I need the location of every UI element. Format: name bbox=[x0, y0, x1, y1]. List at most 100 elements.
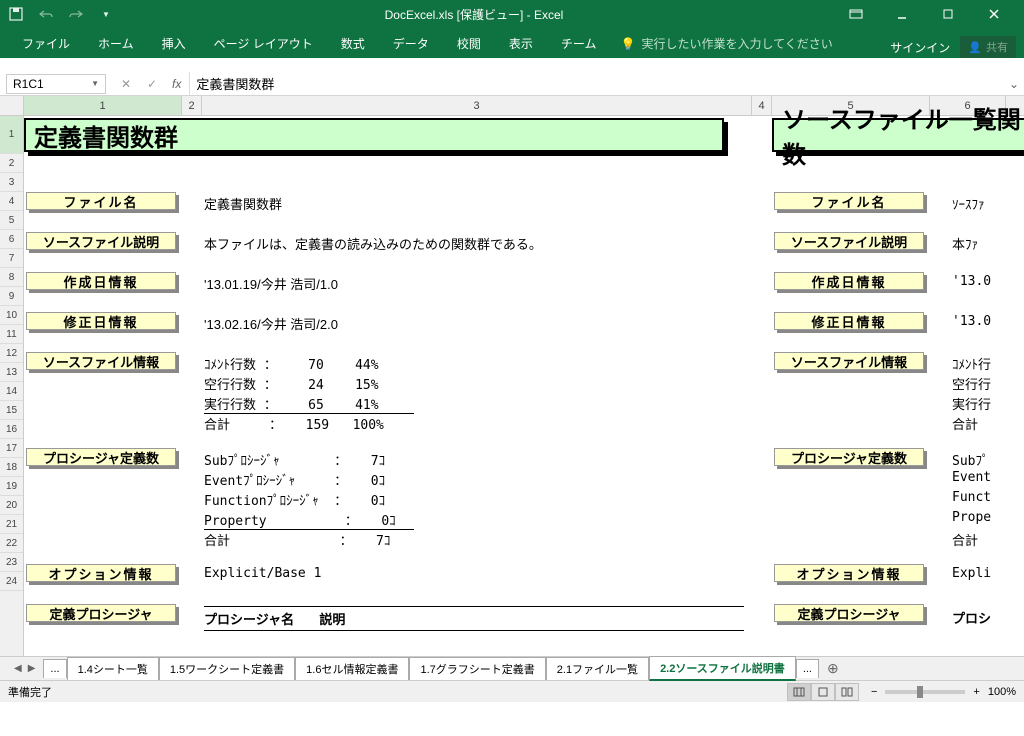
normal-view-icon[interactable] bbox=[787, 683, 811, 701]
quick-access-toolbar: ▼ bbox=[8, 6, 114, 22]
cell-value: Subﾌﾟﾛｼｰｼﾞｬ ： 7ｺ bbox=[204, 450, 385, 469]
row-header[interactable]: 23 bbox=[0, 553, 23, 572]
row-header[interactable]: 12 bbox=[0, 344, 23, 363]
cells[interactable]: 定義書関数群 ソースファイル一覧関数 ファイル名 ソースファイル説明 作成日情報… bbox=[24, 116, 1024, 656]
row-header[interactable]: 13 bbox=[0, 363, 23, 382]
zoom-level[interactable]: 100% bbox=[988, 686, 1016, 698]
sheet-tab[interactable]: 1.6セル情報定義書 bbox=[295, 657, 409, 680]
row-header[interactable]: 1 bbox=[0, 116, 23, 154]
cell-value: ｺﾒﾝﾄ行数 ： 70 44% bbox=[204, 354, 379, 373]
signin-link[interactable]: サインイン bbox=[890, 39, 950, 56]
worksheet-grid[interactable]: 1 2 3 4 5 6 1234567891011121314151617181… bbox=[0, 96, 1024, 656]
sheet-tab[interactable]: 2.1ファイル一覧 bbox=[546, 657, 649, 680]
row-header[interactable]: 8 bbox=[0, 268, 23, 287]
name-box-dropdown-icon[interactable]: ▼ bbox=[91, 79, 99, 88]
cell-value: 実行行 bbox=[952, 394, 991, 413]
page-break-view-icon[interactable] bbox=[835, 683, 859, 701]
name-box[interactable]: R1C1 ▼ bbox=[6, 74, 106, 94]
tab-nav[interactable]: ◀▶ bbox=[6, 663, 43, 674]
sheet-tab[interactable]: 1.5ワークシート定義書 bbox=[159, 657, 295, 680]
cell-value: Event bbox=[952, 470, 991, 485]
formula-bar: R1C1 ▼ ✕ ✓ fx 定義書関数群 ⌄ bbox=[0, 72, 1024, 96]
page-layout-view-icon[interactable] bbox=[811, 683, 835, 701]
label-create-r: 作成日情報 bbox=[774, 272, 924, 290]
row-headers: 123456789101112131415161718192021222324 bbox=[0, 116, 24, 656]
row-header[interactable]: 20 bbox=[0, 496, 23, 515]
cell-value: 合計 ： 159 100% bbox=[204, 414, 384, 433]
save-icon[interactable] bbox=[8, 6, 24, 22]
row-header[interactable]: 3 bbox=[0, 173, 23, 192]
window-title: DocExcel.xls [保護ビュー] - Excel bbox=[114, 6, 834, 23]
cell-value: Functionﾌﾟﾛｼｰｼﾞｬ ： 0ｺ bbox=[204, 490, 385, 509]
formula-bar-expand-icon[interactable]: ⌄ bbox=[1004, 77, 1024, 91]
tell-me[interactable]: 💡 実行したい作業を入力してください bbox=[610, 29, 842, 58]
row-header[interactable]: 16 bbox=[0, 420, 23, 439]
close-button[interactable] bbox=[972, 0, 1016, 28]
sheet-tab-more-left[interactable]: ... bbox=[43, 659, 66, 678]
cell-value: Prope bbox=[952, 510, 991, 525]
ribbon-display-icon[interactable] bbox=[834, 0, 878, 28]
maximize-button[interactable] bbox=[926, 0, 970, 28]
tab-pagelayout[interactable]: ページ レイアウト bbox=[200, 29, 327, 58]
row-header[interactable]: 19 bbox=[0, 477, 23, 496]
cell-value: ｿｰｽﾌｧ bbox=[952, 194, 985, 213]
sheet-tab[interactable]: 1.4シート一覧 bbox=[67, 657, 159, 680]
tab-data[interactable]: データ bbox=[379, 29, 443, 58]
cell-value: Funct bbox=[952, 490, 991, 505]
row-header[interactable]: 15 bbox=[0, 401, 23, 420]
undo-icon[interactable] bbox=[38, 6, 54, 22]
row-header[interactable]: 4 bbox=[0, 192, 23, 211]
tab-team[interactable]: チーム bbox=[547, 29, 611, 58]
share-icon: 👤 bbox=[968, 41, 982, 54]
cell-value: プロシ bbox=[952, 608, 991, 627]
share-button[interactable]: 👤 共有 bbox=[960, 36, 1016, 58]
col-header[interactable]: 1 bbox=[24, 96, 182, 115]
enter-icon[interactable]: ✓ bbox=[144, 77, 160, 91]
row-header[interactable]: 10 bbox=[0, 306, 23, 325]
row-header[interactable]: 22 bbox=[0, 534, 23, 553]
minimize-button[interactable] bbox=[880, 0, 924, 28]
sheet-tab-bar: ◀▶ ... 1.4シート一覧 1.5ワークシート定義書 1.6セル情報定義書 … bbox=[0, 656, 1024, 680]
sheet-tab-active[interactable]: 2.2ソースファイル説明書 bbox=[649, 656, 796, 681]
ribbon: ファイル ホーム 挿入 ページ レイアウト 数式 データ 校閲 表示 チーム 💡… bbox=[0, 28, 1024, 58]
tab-home[interactable]: ホーム bbox=[84, 29, 148, 58]
new-sheet-button[interactable]: ⊕ bbox=[819, 660, 847, 677]
row-header[interactable]: 2 bbox=[0, 154, 23, 173]
cell-value: ｺﾒﾝﾄ行 bbox=[952, 354, 991, 373]
row-header[interactable]: 7 bbox=[0, 249, 23, 268]
tab-insert[interactable]: 挿入 bbox=[148, 29, 200, 58]
col-header[interactable]: 4 bbox=[752, 96, 772, 115]
select-all-corner[interactable] bbox=[0, 96, 24, 115]
cell-value: 空行行数 ： 24 15% bbox=[204, 374, 379, 393]
row-header[interactable]: 11 bbox=[0, 325, 23, 344]
row-header[interactable]: 5 bbox=[0, 211, 23, 230]
label-src-info-r: ソースファイル情報 bbox=[774, 352, 924, 370]
cancel-icon[interactable]: ✕ bbox=[118, 77, 134, 91]
sheet-tab[interactable]: 1.7グラフシート定義書 bbox=[409, 657, 545, 680]
formula-input[interactable]: 定義書関数群 bbox=[189, 72, 1004, 95]
label-create: 作成日情報 bbox=[26, 272, 176, 290]
cell-value: プロシージャ名 説明 bbox=[204, 606, 744, 631]
zoom-out-button[interactable]: − bbox=[871, 686, 877, 698]
label-proc-def-r: プロシージャ定義数 bbox=[774, 448, 924, 466]
row-header[interactable]: 6 bbox=[0, 230, 23, 249]
row-header[interactable]: 9 bbox=[0, 287, 23, 306]
zoom-in-button[interactable]: + bbox=[973, 686, 979, 698]
tab-file[interactable]: ファイル bbox=[8, 29, 84, 58]
qat-dropdown-icon[interactable]: ▼ bbox=[98, 6, 114, 22]
tab-review[interactable]: 校閲 bbox=[443, 29, 495, 58]
zoom-slider[interactable] bbox=[885, 690, 965, 694]
cell-value: '13.0 bbox=[952, 314, 991, 329]
row-header[interactable]: 17 bbox=[0, 439, 23, 458]
row-header[interactable]: 24 bbox=[0, 572, 23, 591]
col-header[interactable]: 2 bbox=[182, 96, 202, 115]
fx-icon[interactable]: fx bbox=[172, 77, 181, 91]
row-header[interactable]: 21 bbox=[0, 515, 23, 534]
col-header[interactable]: 3 bbox=[202, 96, 752, 115]
row-header[interactable]: 18 bbox=[0, 458, 23, 477]
sheet-tab-more-right[interactable]: ... bbox=[796, 659, 819, 678]
tab-formulas[interactable]: 数式 bbox=[327, 29, 379, 58]
row-header[interactable]: 14 bbox=[0, 382, 23, 401]
tab-view[interactable]: 表示 bbox=[495, 29, 547, 58]
redo-icon[interactable] bbox=[68, 6, 84, 22]
